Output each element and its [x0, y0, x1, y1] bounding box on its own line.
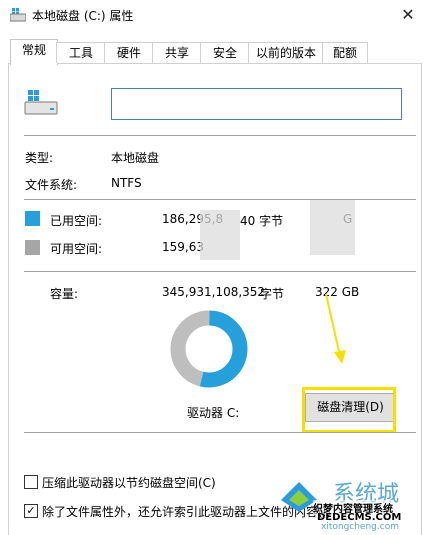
divider — [24, 432, 416, 433]
filesystem-label: 文件系统: — [25, 178, 78, 192]
tab-security[interactable]: 安全 — [200, 42, 250, 63]
used-space-bytes-tail: 40 字节 — [240, 214, 284, 228]
volume-name-input[interactable] — [111, 88, 402, 120]
capacity-unit: 字节 — [260, 287, 285, 301]
capacity-bytes: 345,931,108,352 — [162, 285, 266, 299]
tab-general[interactable]: 常规 — [10, 39, 58, 65]
drive-label: 驱动器 C: — [187, 406, 240, 420]
blur-patch — [200, 210, 240, 260]
tab-quota[interactable]: 配额 — [322, 42, 368, 63]
type-value: 本地磁盘 — [111, 151, 160, 165]
tab-hardware[interactable]: 硬件 — [104, 42, 154, 63]
index-checkbox[interactable]: ✓ — [24, 504, 38, 518]
divider — [24, 271, 416, 272]
divider — [24, 199, 416, 200]
capacity-label: 容量: — [50, 287, 79, 301]
tab-previous-versions[interactable]: 以前的版本 — [248, 42, 324, 63]
window-title: 本地磁盘 (C:) 属性 — [32, 9, 134, 23]
highlight-box — [302, 387, 396, 433]
disk-usage-donut — [170, 310, 248, 388]
free-space-swatch — [25, 240, 40, 255]
compress-label: 压缩此驱动器以节约磁盘空间(C) — [42, 476, 216, 490]
filesystem-value: NTFS — [111, 176, 142, 190]
compress-checkbox[interactable] — [24, 475, 38, 489]
drive-icon — [10, 8, 26, 22]
used-space-swatch — [25, 211, 40, 226]
arrow-annotation — [325, 293, 346, 364]
tab-tools[interactable]: 工具 — [56, 42, 106, 63]
divider — [24, 135, 416, 136]
close-button[interactable]: ✕ — [396, 4, 420, 26]
title-bar: 本地磁盘 (C:) 属性 ✕ — [0, 0, 429, 30]
blur-patch — [310, 200, 355, 255]
type-label: 类型: — [25, 151, 54, 165]
tab-sharing[interactable]: 共享 — [152, 42, 202, 63]
free-space-bytes: 159,63 — [162, 240, 204, 254]
free-space-label: 可用空间: — [50, 242, 103, 256]
used-space-label: 已用空间: — [50, 214, 103, 228]
site-watermark: 系统城 织梦内容管理系统 DEDECMS.COM xitongcheng.com — [275, 476, 429, 534]
local-disk-icon — [24, 90, 58, 115]
